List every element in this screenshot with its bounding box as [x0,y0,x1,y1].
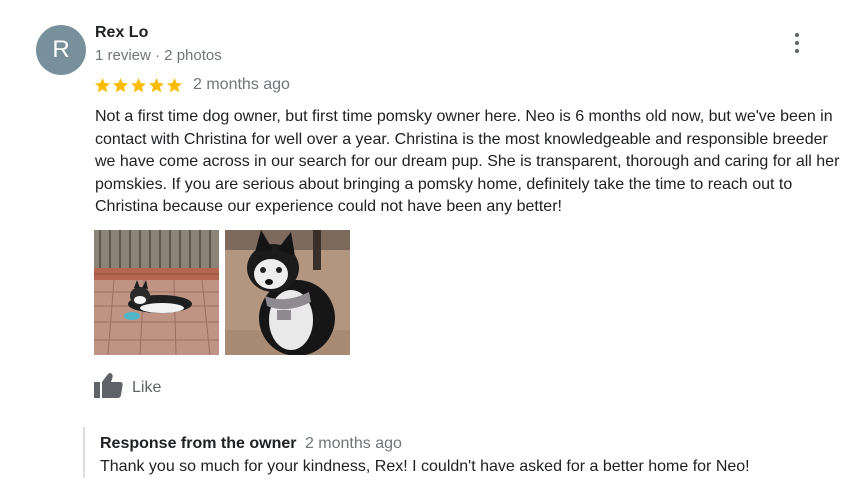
review-date: 2 months ago [193,76,290,93]
author-meta: 1 review · 2 photos [95,47,222,64]
review-text: Not a first time dog owner, but first ti… [95,108,840,215]
like-label: Like [132,378,162,396]
response-date: 2 months ago [304,435,402,452]
more-options-button[interactable] [786,30,808,56]
owner-response: Response from the owner 2 months ago Tha… [83,427,825,478]
star-rating [94,77,183,94]
star-icon [149,77,164,92]
response-title: Response from the owner [100,435,297,452]
author-name[interactable]: Rex Lo [95,24,148,42]
review-card: R Rex Lo 1 review · 2 photos 2 months ag… [0,0,860,488]
thumb-up-icon [94,372,124,403]
response-header: Response from the owner 2 months ago [100,435,402,453]
response-text: Thank you so much for your kindness, Rex… [100,458,750,475]
star-icon [131,77,146,92]
photo-puppy-lying-on-bricks[interactable] [94,230,219,355]
star-icon [95,77,110,92]
star-icon [167,77,182,92]
photo-puppy-with-harness[interactable] [225,230,350,355]
like-button[interactable]: Like [94,372,161,403]
rating-row: 2 months ago [94,74,290,96]
star-icon [113,77,128,92]
review-photos [94,230,350,355]
more-vert-icon [795,33,799,53]
avatar[interactable]: R [36,25,86,75]
